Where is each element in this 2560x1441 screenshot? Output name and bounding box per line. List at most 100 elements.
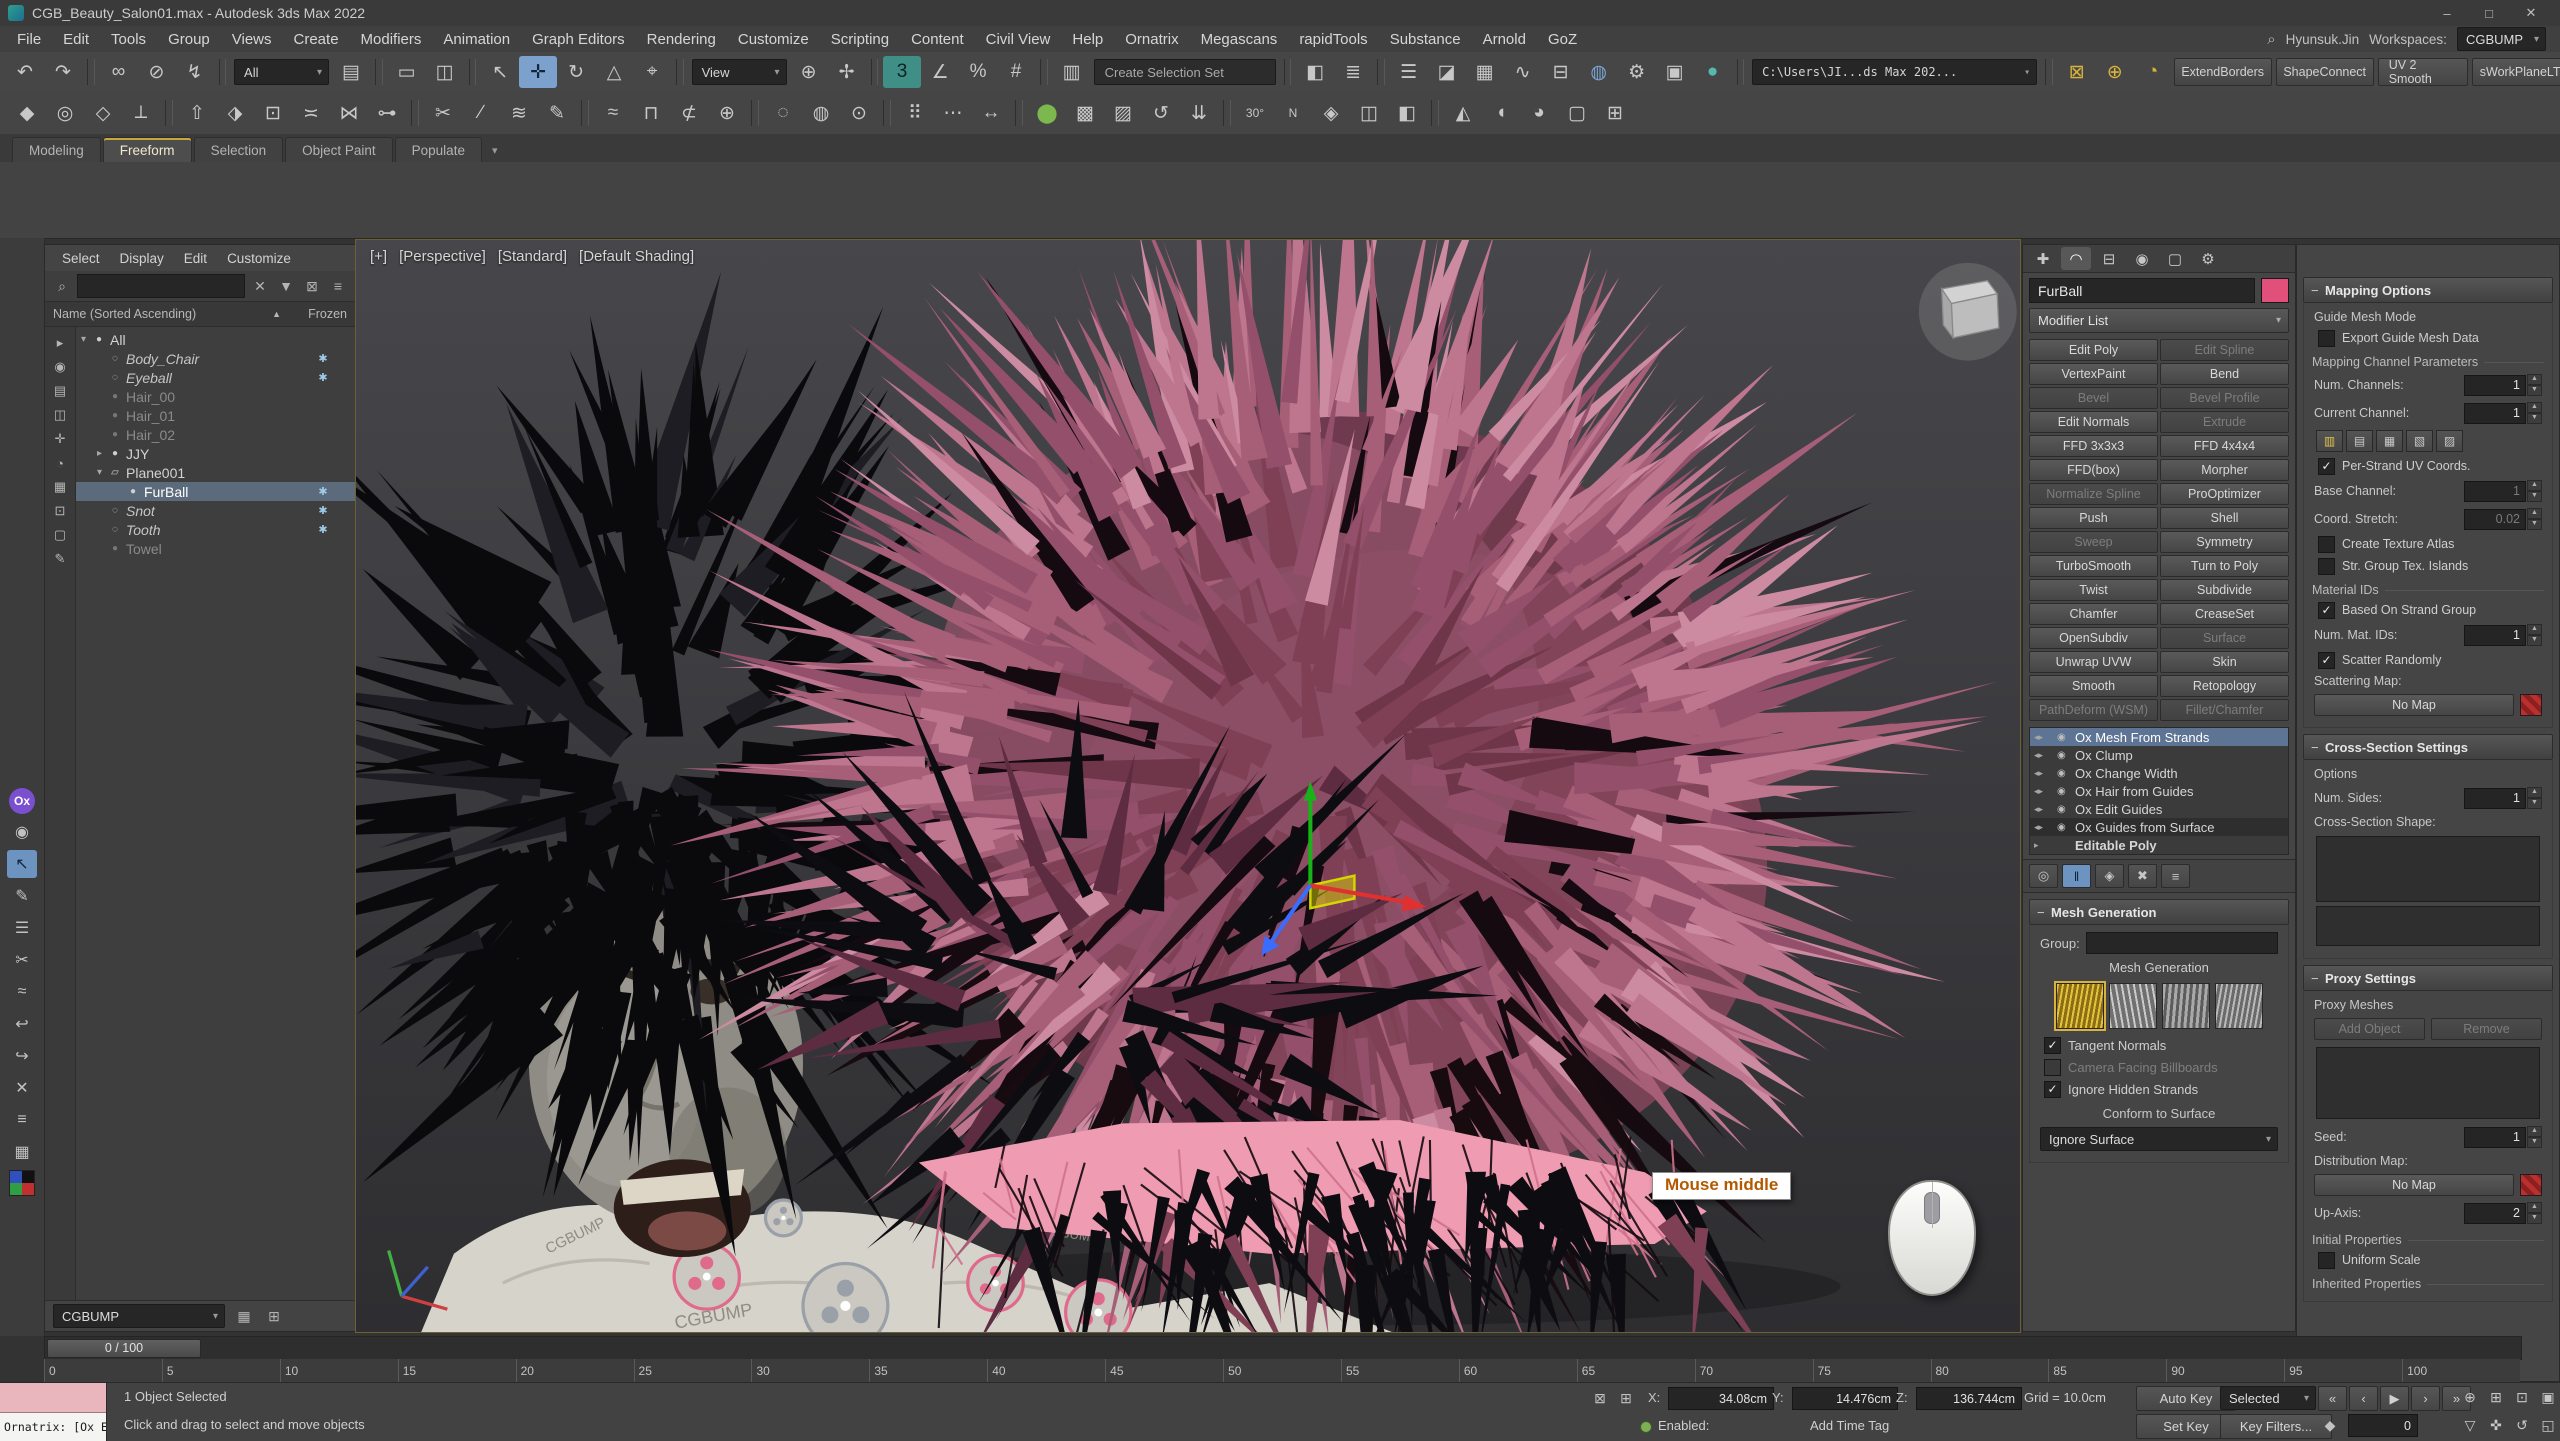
menu-rendering[interactable]: Rendering	[636, 31, 727, 48]
mod-retopology-button[interactable]: Retopology	[2160, 675, 2289, 697]
redo-brush-icon[interactable]: ↪	[7, 1042, 37, 1070]
select-and-rotate-icon[interactable]: ↻	[557, 56, 595, 88]
explorer-clear-icon[interactable]: ✕	[249, 275, 271, 297]
menu-animation[interactable]: Animation	[432, 31, 521, 48]
expand-arrow-icon[interactable]: ▾	[92, 467, 107, 478]
stack-toggle-icon[interactable]: ◂▸	[2034, 732, 2052, 743]
color-palette-icon[interactable]: ▦	[7, 1138, 37, 1166]
select-strands-icon[interactable]: ↖	[7, 850, 37, 878]
material-editor-icon[interactable]: ◍	[1580, 56, 1618, 88]
explorer-lock-icon[interactable]: ⊠	[301, 275, 323, 297]
macro-uv2smooth-button[interactable]: UV 2 Smooth	[2378, 58, 2468, 86]
mod-edit-normals-button[interactable]: Edit Normals	[2029, 411, 2158, 433]
separator[interactable]	[1015, 100, 1023, 126]
hide-selected-icon[interactable]: ◌	[764, 97, 802, 129]
stack-ox-change-width[interactable]: ◂▸ ◉ Ox Change Width	[2030, 764, 2288, 782]
mod-edit-spline-button[interactable]: Edit Spline	[2160, 339, 2289, 361]
rectangular-selection-region-icon[interactable]: ▭	[388, 56, 426, 88]
explorer-search-input[interactable]	[77, 274, 245, 298]
cross-section-rollout-header[interactable]: − Cross-Section Settings	[2303, 734, 2553, 760]
separator[interactable]	[676, 59, 684, 85]
x-coordinate-field[interactable]: 34.08cm	[1668, 1387, 1774, 1410]
cross-section-shape-editor[interactable]	[2316, 836, 2540, 902]
show-end-result-icon[interactable]: ‖	[2062, 864, 2091, 888]
separator[interactable]	[1737, 59, 1745, 85]
mod-extrude-button[interactable]: Extrude	[2160, 411, 2289, 433]
mesh-generation-rollout-header[interactable]: − Mesh Generation	[2029, 899, 2289, 925]
explorer-settings-icon[interactable]: ≡	[327, 275, 349, 297]
item-towel[interactable]: ● Towel	[76, 539, 355, 558]
menu-modifiers[interactable]: Modifiers	[350, 31, 433, 48]
map-slot-swatch[interactable]	[2520, 694, 2542, 716]
y-coordinate-field[interactable]: 14.476cm	[1792, 1387, 1898, 1410]
polygon-modeling-icon[interactable]: ◆	[8, 97, 46, 129]
time-slider[interactable]: 0 / 100	[44, 1336, 2522, 1360]
channel-uv-icon[interactable]: ▥	[2316, 430, 2343, 452]
spacing-tool-icon[interactable]: ⋯	[934, 97, 972, 129]
zoom-extents-all-icon[interactable]: ▣	[2536, 1385, 2560, 1409]
explorer-tool-icon[interactable]: ▢	[49, 524, 71, 546]
hair-brush-icon[interactable]: ✎	[7, 882, 37, 910]
item-snot[interactable]: ◌ Snot ✱	[76, 501, 355, 520]
morph-icon[interactable]: ◭	[1444, 97, 1482, 129]
project-folder-dropdown[interactable]: C:\Users\JI...ds Max 202...	[1752, 59, 2037, 85]
uvw-map-icon[interactable]: ▩	[1066, 97, 1104, 129]
separator[interactable]	[219, 59, 227, 85]
explorer-display-toggle-icon[interactable]: ▦	[233, 1305, 255, 1327]
scatter-randomly-checkbox[interactable]: ✓ Scatter Randomly	[2304, 649, 2552, 671]
frozen-column-header[interactable]: Frozen	[285, 307, 347, 321]
display-tab-icon[interactable]: ▢	[2160, 247, 2190, 270]
next-frame-icon[interactable]: ›	[2411, 1386, 2440, 1411]
mod-twist-button[interactable]: Twist	[2029, 579, 2158, 601]
mirror-icon[interactable]: ◧	[1296, 56, 1334, 88]
separator[interactable]	[751, 100, 759, 126]
add-object-button[interactable]: Add Object	[2314, 1018, 2425, 1040]
item-jjy[interactable]: ▸ ● JJY	[76, 444, 355, 463]
mod-subdivide-button[interactable]: Subdivide	[2160, 579, 2289, 601]
align-icon[interactable]: ≣	[1334, 56, 1372, 88]
distribution-map-button[interactable]: No Map	[2314, 1174, 2514, 1196]
channel-add-icon[interactable]: ▤	[2346, 430, 2373, 452]
stack-toggle-icon[interactable]: ◂▸	[2034, 786, 2052, 797]
schematic-view-icon[interactable]: ⊟	[1542, 56, 1580, 88]
visibility-icon[interactable]: ◉	[2057, 822, 2070, 833]
separator[interactable]	[87, 59, 95, 85]
orbit-icon[interactable]: ↺	[2510, 1413, 2534, 1437]
based-on-strand-group-checkbox[interactable]: ✓ Based On Strand Group	[2304, 599, 2552, 621]
menu-tools[interactable]: Tools	[100, 31, 157, 48]
mod-bend-button[interactable]: Bend	[2160, 363, 2289, 385]
expand-arrow-icon[interactable]: ▾	[76, 334, 91, 345]
unwrap-uvw-icon[interactable]: ▨	[1104, 97, 1142, 129]
minimize-button[interactable]: –	[2426, 1, 2468, 25]
explorer-menu-select[interactable]: Select	[53, 251, 109, 266]
current-channel-spinner[interactable]: 1 ▲▼	[2464, 402, 2542, 424]
select-and-move-icon[interactable]: ✛	[519, 56, 557, 88]
explorer-menu-customize[interactable]: Customize	[218, 251, 300, 266]
mod-creaseset-button[interactable]: CreaseSet	[2160, 603, 2289, 625]
tab-object-paint[interactable]: Object Paint	[285, 137, 393, 162]
brush-settings-icon[interactable]: ≡	[7, 1106, 37, 1134]
paint-connect-icon[interactable]: ✎	[538, 97, 576, 129]
explorer-filter-icon[interactable]: ▼	[275, 275, 297, 297]
skin-wrap-icon[interactable]: ◖	[1482, 97, 1520, 129]
absolute-mode-toggle-icon[interactable]: ⊞	[1614, 1387, 1638, 1409]
per-strand-uv-coords-checkbox[interactable]: ✓ Per-Strand UV Coords.	[2304, 455, 2552, 477]
object-color-swatch[interactable]	[2261, 278, 2289, 303]
viewport-menu-general[interactable]: [+]	[370, 248, 387, 265]
item-plane001[interactable]: ▾ ▱ Plane001	[76, 463, 355, 482]
mod-chamfer-button[interactable]: Chamfer	[2029, 603, 2158, 625]
selection-filter-dropdown[interactable]: All	[234, 59, 329, 85]
stack-toggle-icon[interactable]: ◂▸	[2034, 768, 2052, 779]
item-body-chair[interactable]: ◌ Body_Chair ✱	[76, 349, 355, 368]
mod-pathdeform-wsm-button[interactable]: PathDeform (WSM)	[2029, 699, 2158, 721]
hierarchy-tab-icon[interactable]: ⊟	[2094, 247, 2124, 270]
ornatrix-logo-icon[interactable]: Ox	[9, 788, 35, 814]
zoom-extents-icon[interactable]: ⊡	[2510, 1385, 2534, 1409]
mod-symmetry-button[interactable]: Symmetry	[2160, 531, 2289, 553]
swiftloop-icon[interactable]: ≋	[500, 97, 538, 129]
mod-bevel-button[interactable]: Bevel	[2029, 387, 2158, 409]
render-production-icon[interactable]: ●	[1694, 56, 1732, 88]
snaps-toggle-icon[interactable]: 3	[883, 56, 921, 88]
stack-editable-poly[interactable]: ▸ Editable Poly	[2030, 836, 2288, 854]
tangent-normals-checkbox[interactable]: ✓ Tangent Normals	[2030, 1034, 2288, 1056]
